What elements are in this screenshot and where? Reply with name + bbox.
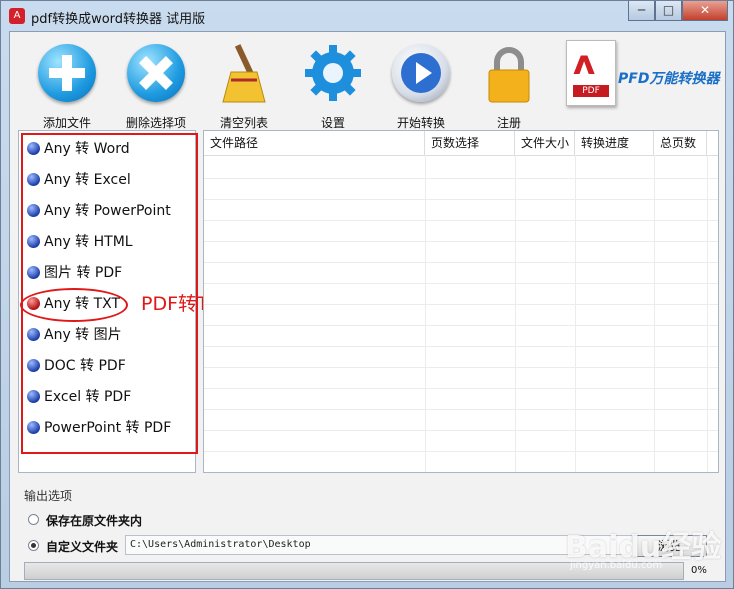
- add-file-label: 添加文件: [42, 116, 91, 130]
- register-button[interactable]: 注册: [468, 42, 550, 130]
- progress-percent: 0%: [691, 565, 707, 576]
- x-icon: [125, 42, 187, 104]
- settings-label: 设置: [320, 116, 345, 130]
- brand-name: PFD万能转换器: [618, 71, 720, 87]
- brand-logo: ᴧ PDF PFD万能转换器: [562, 36, 722, 116]
- gear-icon: [302, 42, 364, 104]
- column-header-pages[interactable]: 页数选择: [425, 131, 515, 155]
- app-window: A pdf转换成word转换器 试用版 ─ □ ✕ 添加文件 删除选择项 清空列…: [0, 0, 734, 589]
- main-client-area: 添加文件 删除选择项 清空列表 设置 开始转换 注册 ᴧ PDF PFD万能转换…: [9, 31, 726, 582]
- delete-selected-label: 删除选择项: [125, 116, 186, 130]
- pdf-document-icon: ᴧ PDF: [566, 40, 616, 106]
- settings-button[interactable]: 设置: [292, 42, 374, 130]
- minimize-button[interactable]: ─: [628, 1, 655, 21]
- annotation-ellipse: [20, 288, 128, 322]
- window-title: pdf转换成word转换器 试用版: [31, 12, 206, 27]
- watermark-url: jingyan.baidu.com: [570, 560, 663, 571]
- register-label: 注册: [496, 116, 521, 130]
- start-convert-button[interactable]: 开始转换: [380, 42, 462, 130]
- custom-folder-label[interactable]: 自定义文件夹: [46, 538, 118, 555]
- add-file-button[interactable]: 添加文件: [26, 42, 108, 130]
- play-icon: [390, 42, 452, 104]
- column-header-total-pages[interactable]: 总页数: [654, 131, 707, 155]
- original-folder-radio[interactable]: [28, 514, 39, 525]
- original-folder-label[interactable]: 保存在原文件夹内: [46, 512, 142, 529]
- custom-folder-radio[interactable]: [28, 540, 39, 551]
- pdf-tag-label: PDF: [573, 85, 609, 97]
- close-button[interactable]: ✕: [682, 1, 728, 21]
- clear-list-button[interactable]: 清空列表: [203, 42, 285, 130]
- column-header-path[interactable]: 文件路径: [204, 131, 425, 155]
- column-header-size[interactable]: 文件大小: [515, 131, 575, 155]
- clear-list-label: 清空列表: [219, 116, 268, 130]
- title-bar[interactable]: A pdf转换成word转换器 试用版 ─ □ ✕: [1, 1, 733, 31]
- plus-icon: [36, 42, 98, 104]
- delete-selected-button[interactable]: 删除选择项: [115, 42, 197, 130]
- app-logo-icon: A: [9, 8, 25, 24]
- start-convert-label: 开始转换: [396, 116, 445, 130]
- lock-icon: [478, 42, 540, 104]
- maximize-button[interactable]: □: [655, 1, 682, 21]
- output-options-title: 输出选项: [24, 489, 73, 503]
- column-header-progress[interactable]: 转换进度: [575, 131, 654, 155]
- table-header: 文件路径 页数选择 文件大小 转换进度 总页数: [204, 131, 718, 156]
- file-table[interactable]: 文件路径 页数选择 文件大小 转换进度 总页数: [203, 130, 719, 473]
- broom-icon: [213, 42, 275, 104]
